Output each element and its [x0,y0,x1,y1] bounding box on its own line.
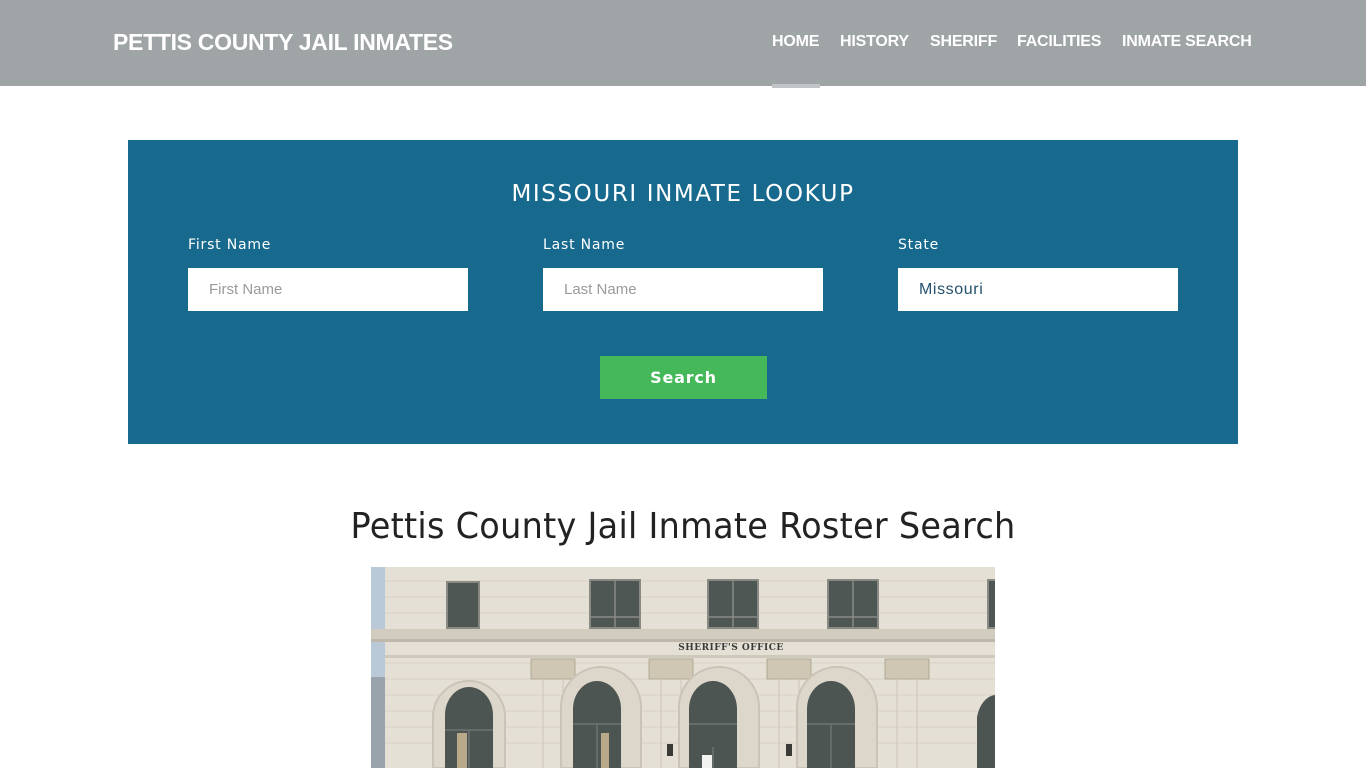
top-navbar: PETTIS COUNTY JAIL INMATES HOME HISTORY … [0,0,1366,86]
page-heading: Pettis County Jail Inmate Roster Search [350,506,1016,547]
nav-inmate-search[interactable]: INMATE SEARCH [1122,33,1252,51]
last-name-input[interactable] [543,268,823,311]
main-nav: HOME HISTORY SHERIFF FACILITIES INMATE S… [0,33,1366,90]
nav-sheriff[interactable]: SHERIFF [930,33,997,51]
nav-facilities[interactable]: FACILITIES [1017,33,1101,51]
sheriff-office-photo: SHERIFF'S OFFICE [371,567,995,768]
lookup-title: MISSOURI INMATE LOOKUP [511,181,855,207]
building-illustration: SHERIFF'S OFFICE [371,567,995,768]
cornice [371,629,995,639]
search-button[interactable]: Search [600,356,767,399]
first-name-label: First Name [188,237,272,253]
state-label: State [898,237,940,253]
nav-home[interactable]: HOME [772,33,819,51]
street-pole [371,677,385,768]
state-input[interactable] [898,268,1178,311]
curtain [601,733,609,768]
sheriffs-office-sign: SHERIFF'S OFFICE [678,643,784,653]
first-name-input[interactable] [188,268,468,311]
active-nav-indicator [772,84,820,88]
last-name-label: Last Name [543,237,626,253]
curtain [457,733,467,768]
nav-history[interactable]: HISTORY [840,33,909,51]
door-sign [702,755,712,768]
